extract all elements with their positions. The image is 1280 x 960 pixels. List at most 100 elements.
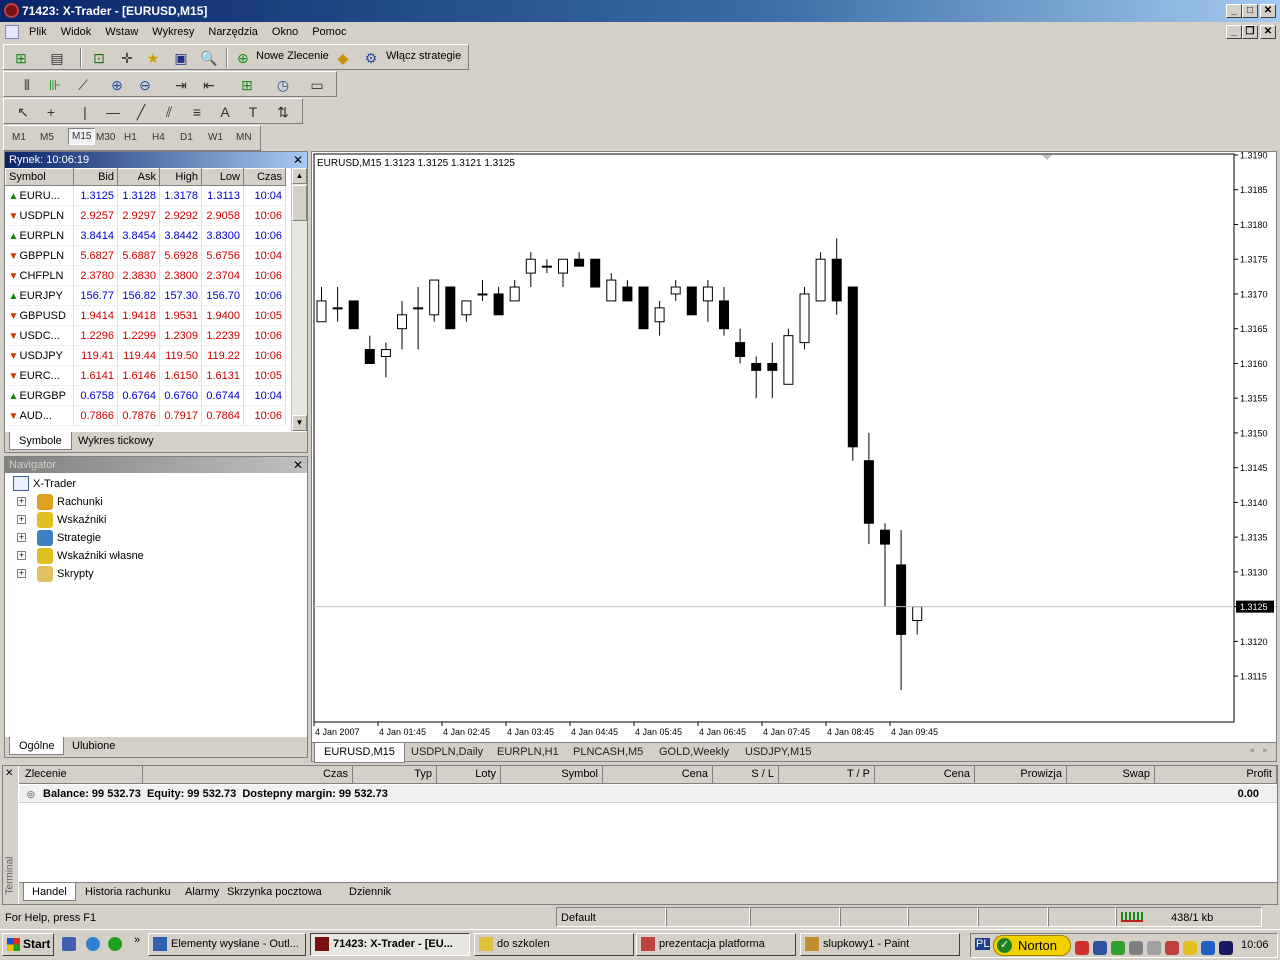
periods-icon[interactable]: ◷ bbox=[274, 76, 292, 94]
column-header-ask[interactable]: Ask bbox=[117, 168, 160, 186]
scroll-thumb[interactable] bbox=[292, 185, 307, 221]
expand-icon[interactable]: + bbox=[17, 497, 26, 506]
terminal-column-header[interactable]: Czas bbox=[143, 766, 353, 783]
language-indicator[interactable]: PL bbox=[975, 938, 991, 950]
taskbar-button[interactable]: 71423: X-Trader - [EU... bbox=[310, 933, 470, 956]
column-header-low[interactable]: Low bbox=[201, 168, 244, 186]
terminal-column-header[interactable]: Swap bbox=[1067, 766, 1155, 783]
tab-scroll-right-icon[interactable]: ▸ bbox=[1263, 745, 1268, 756]
document-icon[interactable] bbox=[5, 25, 19, 39]
market-row[interactable]: ▼GBPUSD 1.9414 1.9418 1.9531 1.9400 10:05 bbox=[5, 305, 286, 326]
warning-icon[interactable]: ◆ bbox=[334, 49, 352, 67]
tray-icon[interactable] bbox=[1129, 941, 1143, 955]
new-order-icon[interactable]: ⊕ bbox=[234, 49, 252, 67]
terminal-tab[interactable]: Skrzynka pocztowa bbox=[219, 883, 330, 901]
tray-icon[interactable] bbox=[1111, 941, 1125, 955]
market-row[interactable]: ▼USDC... 1.2296 1.2299 1.2309 1.2239 10:06 bbox=[5, 325, 286, 346]
minimize-button[interactable]: _ bbox=[1226, 4, 1242, 18]
media-player-icon[interactable] bbox=[108, 937, 122, 951]
terminal-column-header[interactable]: T / P bbox=[779, 766, 875, 783]
close-icon[interactable]: ✕ bbox=[293, 153, 303, 167]
timeframe-m15[interactable]: M15 bbox=[68, 128, 96, 145]
navigator-icon[interactable]: ★ bbox=[144, 49, 162, 67]
taskbar-button[interactable]: slupkowy1 - Paint bbox=[800, 933, 960, 956]
column-header-symbol[interactable]: Symbol bbox=[5, 168, 74, 186]
column-header-czas[interactable]: Czas bbox=[243, 168, 286, 186]
chart-tab[interactable]: EURPLN,H1 bbox=[488, 743, 568, 763]
tab-ulubione[interactable]: Ulubione bbox=[63, 737, 124, 755]
tab-symbole[interactable]: Symbole bbox=[9, 432, 72, 450]
horizontal-line-icon[interactable]: — bbox=[104, 103, 122, 121]
menu-narzedzia[interactable]: Narzędzia bbox=[201, 22, 265, 42]
timeframe-m1[interactable]: M1 bbox=[12, 132, 26, 143]
start-button[interactable]: Start bbox=[2, 933, 54, 956]
menu-wstaw[interactable]: Wstaw bbox=[98, 22, 145, 42]
terminal-column-header[interactable]: Prowizja bbox=[975, 766, 1067, 783]
maximize-button[interactable]: □ bbox=[1242, 4, 1258, 18]
terminal-icon[interactable]: ▣ bbox=[172, 49, 190, 67]
candlestick-icon[interactable]: ⊪ bbox=[46, 76, 64, 94]
chart-shift-icon[interactable]: ⇥ bbox=[172, 76, 190, 94]
taskbar-button[interactable]: prezentacja platforma bbox=[636, 933, 796, 956]
menu-pomoc[interactable]: Pomoc bbox=[305, 22, 353, 42]
expand-icon[interactable]: + bbox=[17, 551, 26, 560]
child-restore-button[interactable]: ❐ bbox=[1242, 25, 1258, 39]
tab-wykres-tickowy[interactable]: Wykres tickowy bbox=[69, 432, 163, 450]
market-row[interactable]: ▲EURJPY 156.77 156.82 157.30 156.70 10:06 bbox=[5, 285, 286, 306]
strategies-icon[interactable]: ⚙ bbox=[362, 49, 380, 67]
terminal-column-header[interactable]: Cena bbox=[603, 766, 713, 783]
market-watch-icon[interactable]: ⊡ bbox=[90, 49, 108, 67]
terminal-column-header[interactable]: Loty bbox=[437, 766, 501, 783]
market-row[interactable]: ▼USDJPY 119.41 119.44 119.50 119.22 10:06 bbox=[5, 345, 286, 366]
tray-icon[interactable] bbox=[1201, 941, 1215, 955]
tray-icon[interactable] bbox=[1093, 941, 1107, 955]
chart-tab[interactable]: GOLD,Weekly bbox=[650, 743, 738, 763]
child-close-button[interactable]: ✕ bbox=[1260, 25, 1276, 39]
chart-tab[interactable]: PLNCASH,M5 bbox=[564, 743, 652, 763]
market-row[interactable]: ▼EURC... 1.6141 1.6146 1.6150 1.6131 10:05 bbox=[5, 365, 286, 386]
chart-tab[interactable]: USDPLN,Daily bbox=[402, 743, 492, 763]
autoscroll-icon[interactable]: ⇤ bbox=[200, 76, 218, 94]
tray-icon[interactable] bbox=[1075, 941, 1089, 955]
chart-tab[interactable]: USDJPY,M15 bbox=[736, 743, 820, 763]
line-chart-icon[interactable]: ⟋ bbox=[74, 76, 92, 94]
timeframe-m30[interactable]: M30 bbox=[96, 132, 115, 143]
terminal-column-header[interactable]: S / L bbox=[713, 766, 779, 783]
balance-row[interactable]: ◎ Balance: 99 532.73 Equity: 99 532.73 D… bbox=[19, 785, 1277, 803]
terminal-column-header[interactable]: Zlecenie bbox=[19, 766, 143, 783]
close-icon[interactable]: ✕ bbox=[293, 458, 303, 472]
child-minimize-button[interactable]: _ bbox=[1226, 25, 1242, 39]
market-row[interactable]: ▼CHFPLN 2.3780 2.3830 2.3800 2.3704 10:06 bbox=[5, 265, 286, 286]
quicklaunch-more-icon[interactable]: » bbox=[134, 934, 140, 946]
timeframe-mn[interactable]: MN bbox=[236, 132, 252, 143]
app-icon[interactable] bbox=[4, 3, 19, 18]
terminal-column-header[interactable]: Cena bbox=[875, 766, 975, 783]
trendline-icon[interactable]: ╱ bbox=[132, 103, 150, 121]
expand-icon[interactable]: + bbox=[17, 533, 26, 542]
column-header-bid[interactable]: Bid bbox=[73, 168, 118, 186]
column-header-high[interactable]: High bbox=[159, 168, 202, 186]
templates-icon[interactable]: ▭ bbox=[308, 76, 326, 94]
tab-ogolne[interactable]: Ogólne bbox=[9, 737, 65, 755]
terminal-tab[interactable]: Dziennik bbox=[341, 883, 399, 901]
clock[interactable]: 10:06 bbox=[1241, 939, 1269, 951]
new-order-button[interactable]: Nowe Zlecenie bbox=[256, 50, 329, 62]
scroll-down-icon[interactable]: ▼ bbox=[292, 415, 307, 431]
market-row[interactable]: ▲EURPLN 3.8414 3.8454 3.8442 3.8300 10:06 bbox=[5, 225, 286, 246]
zoom-out-icon[interactable]: ⊖ bbox=[136, 76, 154, 94]
terminal-tab[interactable]: Historia rachunku bbox=[77, 883, 179, 901]
indicators-icon[interactable]: ⊞ bbox=[238, 76, 256, 94]
bar-chart-icon[interactable]: ⫴ bbox=[18, 76, 36, 94]
tray-icon[interactable] bbox=[1219, 941, 1233, 955]
close-icon[interactable]: ✕ bbox=[5, 768, 13, 779]
zoom-in-icon[interactable]: ⊕ bbox=[108, 76, 126, 94]
tester-icon[interactable]: 🔍 bbox=[200, 49, 218, 67]
data-window-icon[interactable]: ✛ bbox=[118, 49, 136, 67]
taskbar-button[interactable]: Elementy wysłane - Outl... bbox=[148, 933, 306, 956]
expand-icon[interactable]: + bbox=[17, 515, 26, 524]
expand-icon[interactable]: + bbox=[17, 569, 26, 578]
market-row[interactable]: ▲EURGBP 0.6758 0.6764 0.6760 0.6744 10:04 bbox=[5, 385, 286, 406]
arrows-icon[interactable]: ⇅ bbox=[274, 103, 292, 121]
tray-icon[interactable] bbox=[1183, 941, 1197, 955]
terminal-column-header[interactable]: Symbol bbox=[501, 766, 603, 783]
